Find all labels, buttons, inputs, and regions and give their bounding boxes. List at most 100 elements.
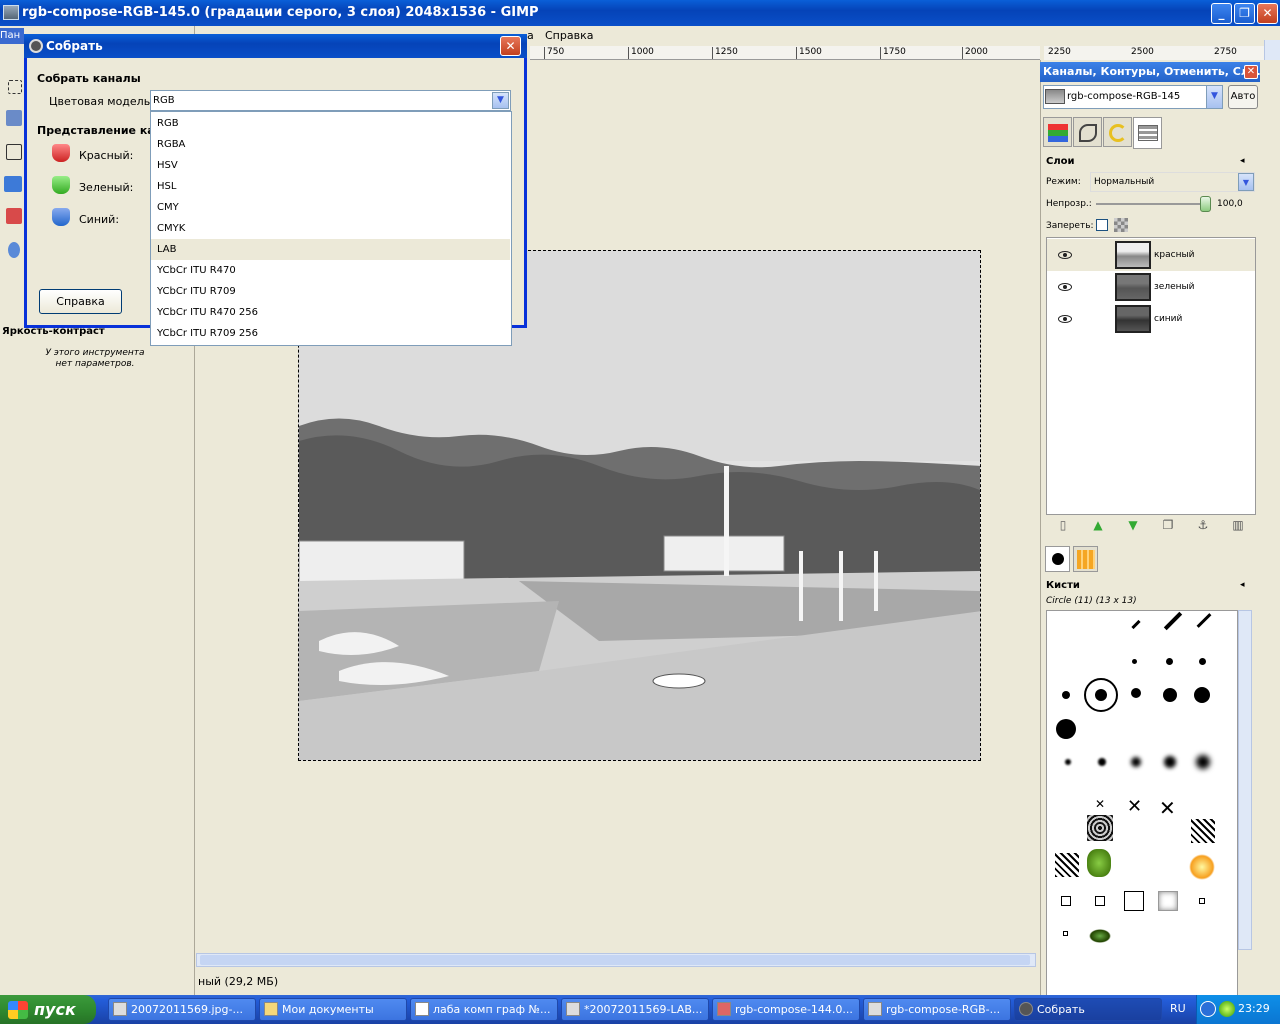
dropdown-option[interactable]: CMYK <box>151 218 510 239</box>
dock-close-button[interactable]: ✕ <box>1244 65 1258 79</box>
sparkle-brush-icon[interactable] <box>1189 854 1215 880</box>
new-layer-icon[interactable]: ▯ <box>1056 518 1070 532</box>
taskbar-item[interactable]: rgb-compose-144.0... <box>712 998 860 1021</box>
brush-item[interactable] <box>1199 898 1205 904</box>
dialog-titlebar[interactable]: Собрать <box>24 34 527 58</box>
hatch-brush-icon[interactable] <box>1191 819 1215 843</box>
help-button[interactable]: Справка <box>39 289 122 314</box>
brush-item[interactable] <box>1084 678 1118 712</box>
dropdown-option[interactable]: YCbCr ITU R470 256 <box>151 302 510 323</box>
brush-item[interactable] <box>1124 891 1144 911</box>
brush-item[interactable] <box>1199 658 1206 665</box>
x-brush-icon[interactable]: ✕ <box>1127 796 1142 817</box>
eye-icon[interactable] <box>1058 251 1072 259</box>
brush-item[interactable] <box>1166 658 1173 665</box>
lock-alpha-icon[interactable] <box>1114 218 1128 232</box>
dropdown-option[interactable]: YCbCr ITU R470 <box>151 260 510 281</box>
brush-item[interactable] <box>1098 758 1106 766</box>
brushes-scrollbar[interactable] <box>1238 610 1252 950</box>
dialog-close-button[interactable]: ✕ <box>500 36 521 56</box>
layer-row[interactable]: красный <box>1047 239 1255 271</box>
brush-item[interactable] <box>1163 611 1183 631</box>
fuzzy-select-icon[interactable] <box>6 110 22 126</box>
toolbox-tab[interactable]: Пан <box>0 28 24 44</box>
tab-patterns[interactable] <box>1073 546 1098 572</box>
taskbar-item-active[interactable]: Собрать <box>1014 998 1162 1021</box>
maximize-button[interactable]: ❐ <box>1234 3 1255 24</box>
horizontal-ruler[interactable]: 750 1000 1250 1500 1750 2000 <box>530 46 1040 60</box>
rect-select-icon[interactable] <box>8 80 22 94</box>
brush-item[interactable] <box>1158 891 1178 911</box>
color-model-select[interactable] <box>150 90 511 111</box>
x-brush-icon[interactable]: ✕ <box>1095 797 1105 811</box>
dropdown-option[interactable]: YCbCr ITU R709 256 <box>151 323 510 344</box>
brush-item[interactable] <box>1063 931 1068 936</box>
taskbar-item[interactable]: *20072011569-LAB... <box>561 998 709 1021</box>
dropdown-option[interactable]: RGB <box>151 113 510 134</box>
brushes-grid[interactable]: ✕ ✕ ✕ <box>1046 610 1238 996</box>
menu-help[interactable]: Справка <box>545 29 593 42</box>
horizontal-ruler-right[interactable]: 2250 2500 2750 <box>1044 46 1264 60</box>
panel-menu-icon[interactable]: ◂ <box>1240 156 1245 166</box>
x-brush-icon[interactable]: ✕ <box>1159 796 1176 820</box>
brush-item[interactable] <box>1062 691 1070 699</box>
hatch-brush-icon[interactable] <box>1055 853 1079 877</box>
brush-item[interactable] <box>1196 755 1210 769</box>
brush-item[interactable] <box>1194 687 1210 703</box>
move-icon[interactable] <box>6 144 22 160</box>
raise-layer-icon[interactable]: ▲ <box>1091 518 1105 532</box>
minimize-button[interactable]: _ <box>1211 3 1232 24</box>
language-indicator[interactable]: RU <box>1170 1002 1186 1015</box>
dropdown-option[interactable]: HSV <box>151 155 510 176</box>
brush-item[interactable] <box>1131 688 1141 698</box>
brush-item[interactable] <box>1131 619 1141 630</box>
taskbar-item[interactable]: Мои документы <box>259 998 407 1021</box>
dropdown-option[interactable]: RGBA <box>151 134 510 155</box>
brush-item[interactable] <box>1164 756 1176 768</box>
layer-row[interactable]: зеленый <box>1047 271 1255 303</box>
opacity-slider[interactable] <box>1096 203 1206 205</box>
lower-layer-icon[interactable]: ▼ <box>1126 518 1140 532</box>
scrollbar-thumb[interactable] <box>200 955 1030 965</box>
lock-pixels-checkbox[interactable] <box>1096 219 1108 231</box>
brush-item[interactable] <box>1132 659 1137 664</box>
brush-item[interactable] <box>1056 719 1076 739</box>
panel-menu-icon[interactable]: ◂ <box>1240 580 1245 590</box>
flip-icon[interactable] <box>4 176 22 192</box>
dropdown-option[interactable]: CMY <box>151 197 510 218</box>
brush-item[interactable] <box>1196 613 1212 628</box>
layer-row[interactable]: синий <box>1047 303 1255 335</box>
auto-button[interactable]: Авто <box>1228 85 1258 109</box>
chevron-down-icon[interactable]: ▼ <box>1206 86 1222 108</box>
leaf-brush-icon[interactable] <box>1089 929 1111 943</box>
brush-item[interactable] <box>1061 896 1071 906</box>
chevron-down-icon[interactable]: ▼ <box>1238 173 1254 191</box>
dock-titlebar[interactable]: Каналы, Контуры, Отменить, Сло... <box>1040 62 1260 82</box>
tab-layers[interactable] <box>1133 117 1162 149</box>
eye-icon[interactable] <box>1058 283 1072 291</box>
pepper-brush-icon[interactable] <box>1087 849 1111 877</box>
anchor-layer-icon[interactable]: ⚓ <box>1196 518 1210 532</box>
tray-arrow-icon[interactable] <box>1200 1001 1216 1017</box>
tab-brushes[interactable] <box>1045 546 1070 572</box>
dropdown-option-highlighted[interactable]: LAB <box>151 239 510 260</box>
brush-item[interactable] <box>1065 759 1071 765</box>
tab-undo[interactable] <box>1103 117 1132 147</box>
taskbar-item[interactable]: лаба комп граф №... <box>410 998 558 1021</box>
brush-item[interactable] <box>1131 757 1141 767</box>
network-icon[interactable] <box>1219 1001 1235 1017</box>
tab-paths[interactable] <box>1073 117 1102 147</box>
taskbar-item[interactable]: rgb-compose-RGB-... <box>863 998 1011 1021</box>
eraser-icon[interactable] <box>6 208 22 224</box>
opacity-slider-handle[interactable] <box>1200 196 1211 212</box>
texture-brush-icon[interactable] <box>1087 815 1113 841</box>
tab-channels[interactable] <box>1043 117 1072 147</box>
opacity-value[interactable]: 100,0 <box>1217 199 1243 209</box>
delete-layer-icon[interactable]: ▥ <box>1231 518 1245 532</box>
dropdown-option[interactable]: HSL <box>151 176 510 197</box>
brush-item[interactable] <box>1163 688 1177 702</box>
eye-icon[interactable] <box>1058 315 1072 323</box>
menu-partial[interactable]: а <box>527 29 534 42</box>
dropdown-option[interactable]: YCbCr ITU R709 <box>151 281 510 302</box>
window-titlebar[interactable]: rgb-compose-RGB-145.0 (градации серого, … <box>0 0 1280 26</box>
